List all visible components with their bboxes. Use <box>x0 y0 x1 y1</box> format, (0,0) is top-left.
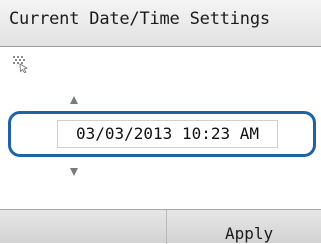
arrow-down-icon[interactable] <box>70 168 78 176</box>
settings-body: 03/03/2013 10:23 AM <box>0 47 321 209</box>
apply-button[interactable]: Apply <box>167 210 321 244</box>
datetime-value[interactable]: 03/03/2013 10:23 AM <box>57 120 278 148</box>
touch-hint-icon <box>12 55 30 74</box>
apply-label: Apply <box>225 224 274 243</box>
date-time-settings-screen: Current Date/Time Settings 03/03/2013 10… <box>0 0 321 244</box>
arrow-up-icon[interactable] <box>70 96 78 104</box>
page-title: Current Date/Time Settings <box>9 9 270 29</box>
softkey-left[interactable] <box>0 210 167 244</box>
title-bar: Current Date/Time Settings <box>0 0 321 47</box>
softkey-bar: Apply <box>0 209 321 244</box>
datetime-field[interactable]: 03/03/2013 10:23 AM <box>8 111 316 157</box>
